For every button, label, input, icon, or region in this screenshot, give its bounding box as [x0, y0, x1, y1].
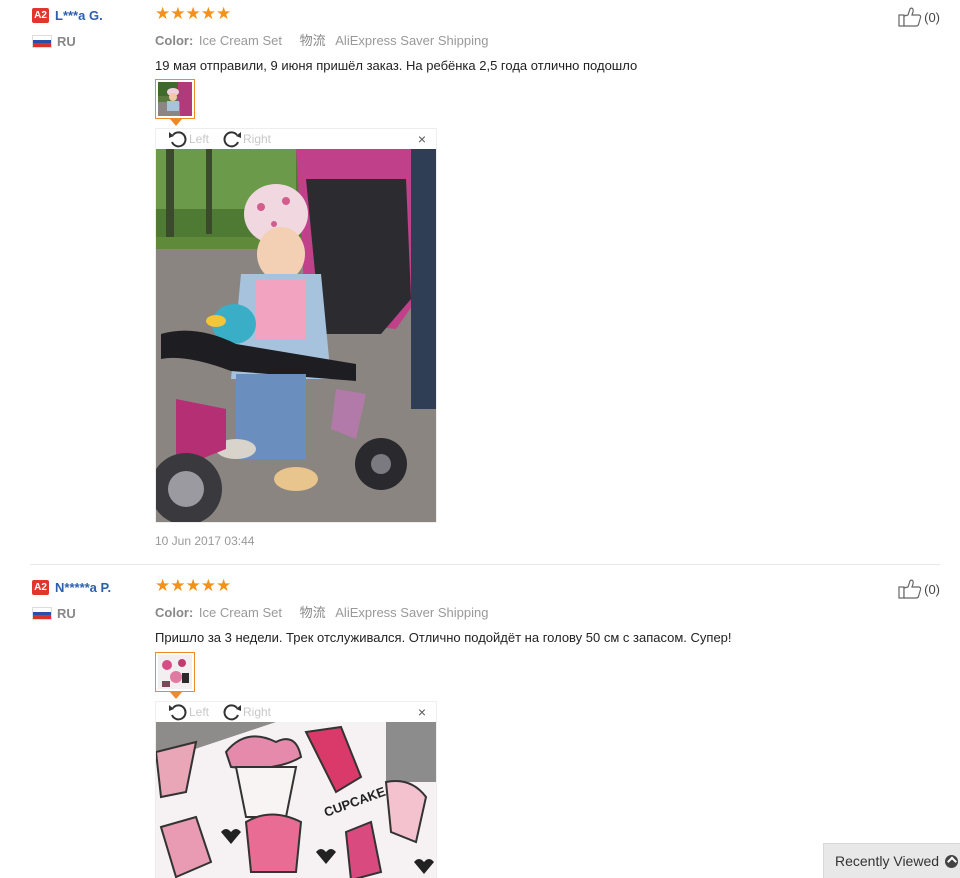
review-text: Пришло за 3 недели. Трек отслуживался. О…	[155, 630, 732, 645]
close-viewer-button[interactable]: ×	[418, 131, 426, 147]
buyer-level-badge: A2	[32, 580, 49, 596]
review-content: ★★★★★ Color: Ice Cream Set 物流 AliExpress…	[155, 4, 855, 74]
child-on-tricycle-photo	[156, 149, 436, 522]
helpful-button[interactable]: (0)	[898, 579, 940, 599]
rotate-right-icon	[223, 704, 241, 721]
rotate-right-label: Right	[243, 705, 272, 719]
rotate-right-icon	[223, 131, 241, 148]
reviewer-name: N*****a P.	[55, 580, 112, 596]
country-code: RU	[57, 606, 76, 621]
review-photo-thumbnail[interactable]	[155, 79, 195, 126]
reviewer-info: A2 N*****a P. RU	[32, 579, 152, 621]
review-text: 19 мая отправили, 9 июня пришёл заказ. Н…	[155, 58, 638, 73]
chevron-up-icon	[945, 854, 959, 868]
color-label: Color:	[155, 605, 194, 620]
russia-flag-icon	[32, 35, 52, 48]
recently-viewed-label: Recently Viewed	[835, 853, 940, 869]
rotate-left-button[interactable]: Left	[168, 703, 209, 721]
rotate-right-label: Right	[243, 132, 272, 146]
thumbs-up-icon	[898, 7, 922, 27]
review-photo: CUPCAKE	[156, 722, 436, 878]
shipping-label: 物流	[299, 33, 326, 48]
thumbnail-image	[158, 82, 192, 116]
star-rating: ★★★★★	[155, 4, 232, 23]
review-divider	[30, 564, 940, 565]
reviewer-info: A2 L***a G. RU	[32, 7, 152, 49]
review-photo-thumbnail[interactable]	[155, 652, 195, 699]
close-viewer-button[interactable]: ×	[418, 704, 426, 720]
shipping-value: AliExpress Saver Shipping	[335, 33, 489, 48]
review-photo	[156, 149, 436, 522]
rotate-right-button[interactable]: Right	[222, 130, 271, 148]
review-item: A2 N*****a P. RU ★★★★★ Color: Ice Cream S…	[0, 572, 960, 878]
russia-flag-icon	[32, 607, 52, 620]
rotate-left-label: Left	[189, 705, 210, 719]
rotate-left-button[interactable]: Left	[168, 130, 209, 148]
thumbnail-image	[158, 655, 192, 689]
country-code: RU	[57, 34, 76, 49]
reviews-page: A2 L***a G. RU ★★★★★ Color: Ice Cream Set…	[0, 0, 960, 878]
recently-viewed-button[interactable]: Recently Viewed	[823, 843, 960, 878]
helpful-count: (0)	[924, 9, 940, 25]
color-label: Color:	[155, 33, 194, 48]
order-info: Color: Ice Cream Set 物流 AliExpress Saver…	[155, 30, 855, 49]
thumbs-up-icon	[898, 579, 922, 599]
photo-viewer-toolbar: Left Right ×	[156, 129, 436, 149]
photo-viewer: Left Right ×	[155, 701, 437, 878]
rotate-left-label: Left	[189, 132, 210, 146]
shipping-label: 物流	[299, 605, 326, 620]
thumbnail-pointer	[170, 119, 182, 126]
reviewer-country: RU	[32, 606, 152, 621]
star-rating: ★★★★★	[155, 576, 232, 595]
color-value: Ice Cream Set	[198, 605, 282, 620]
color-value: Ice Cream Set	[198, 33, 282, 48]
photo-viewer-toolbar: Left Right ×	[156, 702, 436, 722]
rotate-left-icon	[169, 704, 187, 721]
shipping-value: AliExpress Saver Shipping	[335, 605, 489, 620]
order-info: Color: Ice Cream Set 物流 AliExpress Saver…	[155, 602, 855, 621]
reviewer-country: RU	[32, 34, 152, 49]
helpful-button[interactable]: (0)	[898, 7, 940, 27]
buyer-level-badge: A2	[32, 8, 49, 24]
rotate-left-icon	[169, 131, 187, 148]
helpful-count: (0)	[924, 581, 940, 597]
reviewer-name: L***a G.	[55, 8, 103, 24]
thumbnail-pointer	[170, 692, 182, 699]
review-content: ★★★★★ Color: Ice Cream Set 物流 AliExpress…	[155, 576, 855, 646]
ice-cream-print-photo: CUPCAKE	[156, 722, 436, 878]
review-item: A2 L***a G. RU ★★★★★ Color: Ice Cream Set…	[0, 0, 960, 564]
photo-viewer: Left Right ×	[155, 128, 437, 523]
rotate-right-button[interactable]: Right	[222, 703, 271, 721]
review-date: 10 Jun 2017 03:44	[155, 534, 255, 548]
